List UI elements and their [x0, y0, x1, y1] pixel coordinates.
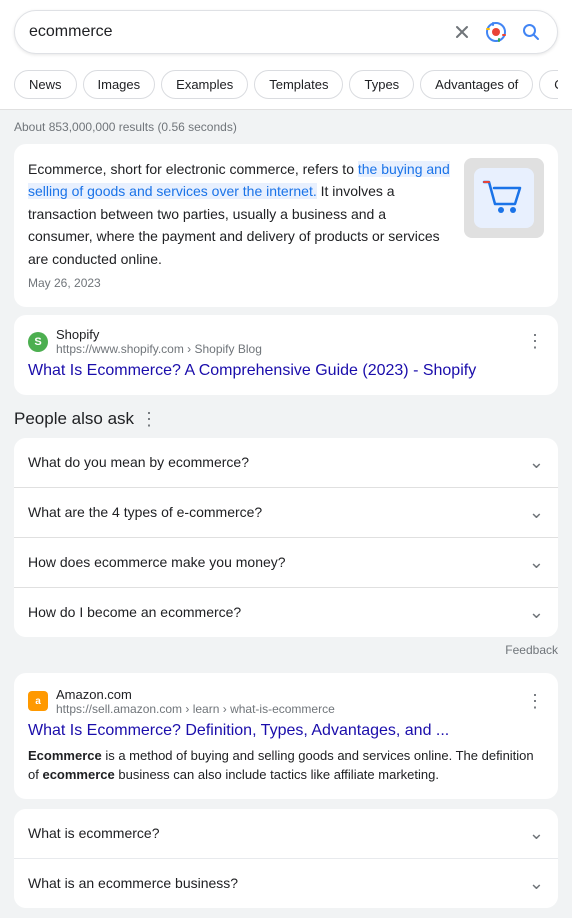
tab-or-ecommerce[interactable]: Or e-commerce	[539, 70, 558, 99]
search-icons	[451, 19, 543, 45]
faq-item-4[interactable]: How do I become an ecommerce? ⌄	[14, 588, 558, 637]
faq-item-1[interactable]: What do you mean by ecommerce? ⌄	[14, 438, 558, 488]
amazon-result-card: a Amazon.com https://sell.amazon.com › l…	[14, 673, 558, 799]
amazon-source-header: a Amazon.com https://sell.amazon.com › l…	[28, 687, 544, 716]
clear-button[interactable]	[451, 21, 473, 43]
featured-snippet: Ecommerce, short for electronic commerce…	[14, 144, 558, 307]
faq-item-3[interactable]: How does ecommerce make you money? ⌄	[14, 538, 558, 588]
people-also-ask-title: People also ask	[14, 409, 134, 429]
faq-question-2: What are the 4 types of e-commerce?	[28, 504, 262, 520]
expand-chevron-1: ⌄	[529, 823, 544, 844]
faq-list: What do you mean by ecommerce? ⌄ What ar…	[14, 438, 558, 637]
amazon-favicon: a	[28, 691, 48, 711]
snippet-text-before: Ecommerce, short for electronic commerce…	[28, 161, 358, 177]
google-lens-button[interactable]	[483, 19, 509, 45]
faq-chevron-1: ⌄	[529, 452, 544, 473]
expandable-label-1: What is ecommerce?	[28, 825, 159, 841]
tab-templates[interactable]: Templates	[254, 70, 343, 99]
expandable-row-1[interactable]: What is ecommerce? ⌄	[14, 809, 558, 859]
expand-chevron-2: ⌄	[529, 873, 544, 894]
shopify-source-header: S Shopify https://www.shopify.com › Shop…	[28, 327, 544, 356]
expandable-label-2: What is an ecommerce business?	[28, 875, 238, 891]
snippet-image	[464, 158, 544, 238]
faq-question-4: How do I become an ecommerce?	[28, 604, 241, 620]
expandable-row-2[interactable]: What is an ecommerce business? ⌄	[14, 859, 558, 908]
tab-advantages[interactable]: Advantages of	[420, 70, 533, 99]
amazon-name: Amazon.com	[56, 687, 335, 702]
bottom-faq-card: What is ecommerce? ⌄ What is an ecommerc…	[14, 809, 558, 908]
main-content: About 853,000,000 results (0.56 seconds)…	[0, 110, 572, 918]
people-also-ask-header: People also ask ⋮	[14, 409, 558, 430]
shopify-favicon: S	[28, 332, 48, 352]
amazon-snippet-bold-1: Ecommerce	[28, 748, 102, 763]
tab-examples[interactable]: Examples	[161, 70, 248, 99]
search-bar-container: News Images Examples Templates Types Adv…	[0, 0, 572, 110]
shopify-url: https://www.shopify.com › Shopify Blog	[56, 342, 262, 356]
feedback-link[interactable]: Feedback	[14, 637, 558, 663]
shopify-source-info: Shopify https://www.shopify.com › Shopif…	[56, 327, 262, 356]
amazon-url: https://sell.amazon.com › learn › what-i…	[56, 702, 335, 716]
faq-chevron-4: ⌄	[529, 602, 544, 623]
snippet-text: Ecommerce, short for electronic commerce…	[28, 158, 454, 293]
shopify-source-card: S Shopify https://www.shopify.com › Shop…	[14, 315, 558, 394]
faq-item-2[interactable]: What are the 4 types of e-commerce? ⌄	[14, 488, 558, 538]
filter-tabs: News Images Examples Templates Types Adv…	[14, 64, 558, 109]
faq-chevron-3: ⌄	[529, 552, 544, 573]
amazon-more-icon[interactable]: ⋮	[526, 691, 544, 712]
amazon-snippet: Ecommerce is a method of buying and sell…	[28, 746, 544, 785]
tab-types[interactable]: Types	[349, 70, 414, 99]
amazon-snippet-bold-2: ecommerce	[42, 767, 114, 782]
faq-question-1: What do you mean by ecommerce?	[28, 454, 249, 470]
amazon-snippet-text-2: business can also include tactics like a…	[115, 767, 439, 782]
search-button[interactable]	[519, 20, 543, 44]
amazon-source-info: Amazon.com https://sell.amazon.com › lea…	[56, 687, 335, 716]
faq-question-3: How does ecommerce make you money?	[28, 554, 286, 570]
tab-images[interactable]: Images	[83, 70, 156, 99]
amazon-result-title[interactable]: What Is Ecommerce? Definition, Types, Ad…	[28, 722, 544, 740]
tab-news[interactable]: News	[14, 70, 77, 99]
results-count: About 853,000,000 results (0.56 seconds)	[14, 120, 558, 134]
search-input[interactable]	[29, 23, 451, 41]
shopify-more-icon[interactable]: ⋮	[526, 331, 544, 352]
shopify-name: Shopify	[56, 327, 262, 342]
shopify-link[interactable]: What Is Ecommerce? A Comprehensive Guide…	[28, 362, 476, 379]
people-also-ask-more[interactable]: ⋮	[140, 409, 158, 430]
snippet-date: May 26, 2023	[28, 274, 454, 293]
faq-chevron-2: ⌄	[529, 502, 544, 523]
search-bar	[14, 10, 558, 54]
